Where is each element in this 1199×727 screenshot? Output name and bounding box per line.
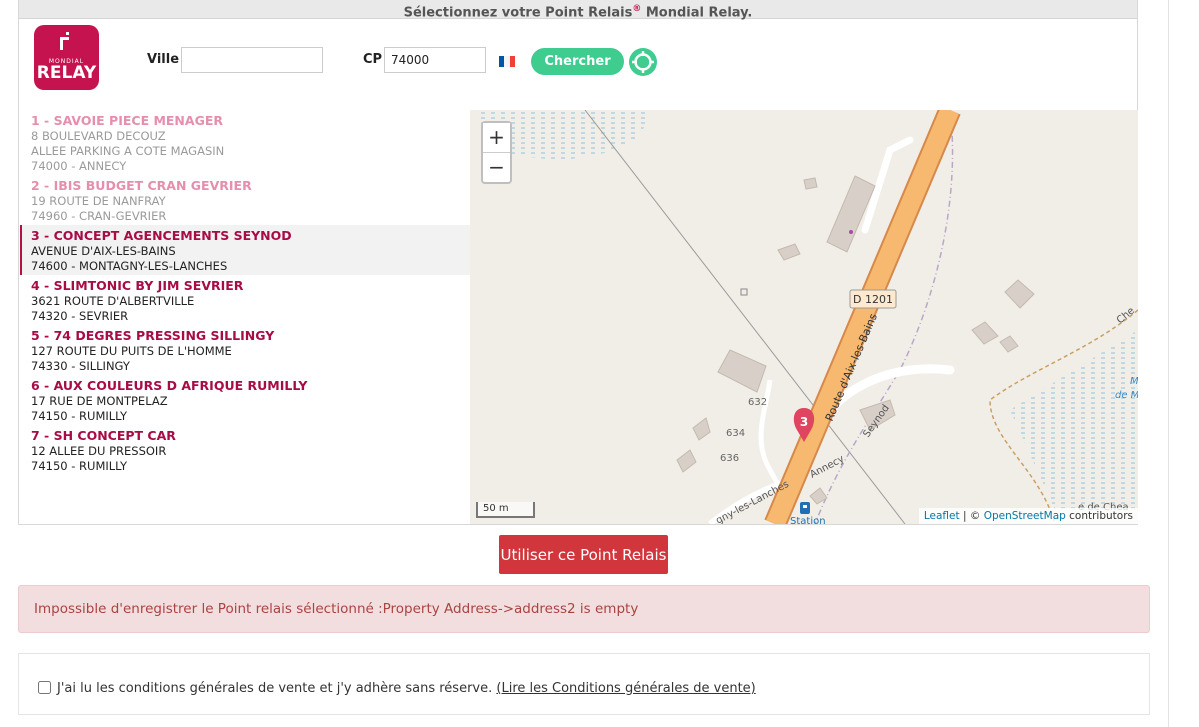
- map-attribution: Leaflet | © OpenStreetMap contributors: [918, 508, 1138, 524]
- elevation-label-636: 636: [720, 453, 739, 464]
- search-button[interactable]: Chercher: [531, 48, 624, 75]
- france-flag-icon[interactable]: [499, 56, 515, 67]
- zoom-in-button[interactable]: +: [483, 123, 510, 152]
- relay-name: 1 - SAVOIE PIECE MENAGER: [31, 113, 223, 128]
- relay-address-line: 3621 ROUTE D'ALBERTVILLE: [31, 294, 195, 308]
- relay-list-item[interactable]: 1 - SAVOIE PIECE MENAGER 8 BOULEVARD DECO…: [20, 110, 470, 175]
- relay-point-list: 1 - SAVOIE PIECE MENAGER 8 BOULEVARD DECO…: [20, 110, 470, 524]
- error-alert: Impossible d'enregistrer le Point relais…: [18, 585, 1150, 633]
- city-label: Ville: [147, 52, 180, 67]
- registered-mark: ®: [632, 4, 642, 14]
- water-label-de-m: de M: [1115, 390, 1138, 401]
- relay-address-line: 19 ROUTE DE NANFRAY: [31, 194, 166, 208]
- relay-list-item[interactable]: 4 - SLIMTONIC BY JIM SEVRIER 3621 ROUTE D…: [20, 275, 470, 325]
- relay-address-line: 74960 - CRAN-GEVRIER: [31, 209, 167, 223]
- search-bar: MONDIAL RELAY Ville CP Chercher: [34, 25, 1114, 95]
- zoom-control: + −: [481, 121, 512, 184]
- mondial-relay-widget: Sélectionnez votre Point Relais® Mondial…: [18, 0, 1138, 525]
- relay-list-item[interactable]: 5 - 74 DEGRES PRESSING SILLINGY 127 ROUTE…: [20, 325, 470, 375]
- relay-address-line: 74320 - SEVRIER: [31, 309, 129, 323]
- postcode-label: CP: [363, 52, 383, 67]
- city-input[interactable]: [181, 47, 323, 73]
- water-label-m: M: [1130, 376, 1138, 387]
- relay-address-line: 127 ROUTE DU PUITS DE L'HOMME: [31, 344, 232, 358]
- relay-name: 7 - SH CONCEPT CAR: [31, 428, 176, 443]
- relay-list-item[interactable]: 2 - IBIS BUDGET CRAN GEVRIER 19 ROUTE DE …: [20, 175, 470, 225]
- fuel-station-icon: [800, 502, 810, 514]
- title-brand: Mondial Relay.: [641, 5, 753, 21]
- relay-address-line: ALLEE PARKING A COTE MAGASIN: [31, 144, 225, 158]
- title-text: Sélectionnez votre Point Relais: [403, 5, 633, 21]
- logo-text-relay: RELAY: [36, 63, 97, 83]
- relay-address-line: AVENUE D'AIX-LES-BAINS: [31, 244, 176, 258]
- relay-address-line: 74600 - MONTAGNY-LES-LANCHES: [31, 259, 228, 273]
- attribution-contributors: contributors: [1065, 510, 1133, 522]
- mondial-relay-logo: MONDIAL RELAY: [34, 25, 99, 90]
- relay-name: 2 - IBIS BUDGET CRAN GEVRIER: [31, 178, 252, 193]
- map-scale: 50 m: [476, 502, 535, 518]
- terms-checkbox[interactable]: [38, 681, 51, 694]
- openstreetmap-link[interactable]: OpenStreetMap: [984, 510, 1066, 522]
- terms-label: J'ai lu les conditions générales de vent…: [57, 681, 497, 696]
- relay-list-item[interactable]: 7 - SH CONCEPT CAR 12 ALLEE DU PRESSOIR 74…: [20, 425, 470, 475]
- relay-name: 3 - CONCEPT AGENCEMENTS SEYNOD: [31, 228, 292, 243]
- relay-address-line: 17 RUE DE MONTPELAZ: [31, 394, 168, 408]
- terms-text: J'ai lu les conditions générales de vent…: [57, 681, 756, 696]
- use-relay-point-button[interactable]: Utiliser ce Point Relais: [499, 535, 668, 574]
- relay-address-line: 74150 - RUMILLY: [31, 409, 128, 423]
- marker-number: 3: [800, 415, 808, 429]
- terms-link[interactable]: (Lire les Conditions générales de vente): [496, 681, 755, 696]
- terms-panel: J'ai lu les conditions générales de vent…: [18, 653, 1150, 715]
- relay-address-line: 74330 - SILLINGY: [31, 359, 130, 373]
- leaflet-link[interactable]: Leaflet: [924, 510, 960, 522]
- map-tiles: D 1201 Route d'Aix-les-Bains Seynod Anne…: [470, 110, 1138, 524]
- relay-name: 4 - SLIMTONIC BY JIM SEVRIER: [31, 278, 244, 293]
- zoom-out-button[interactable]: −: [483, 152, 510, 181]
- logo-mark-icon: [60, 32, 70, 50]
- relay-list-item[interactable]: 3 - CONCEPT AGENCEMENTS SEYNOD AVENUE D'A…: [20, 225, 470, 275]
- road-badge-label: D 1201: [853, 293, 893, 306]
- relay-name: 6 - AUX COULEURS D AFRIQUE RUMILLY: [31, 378, 308, 393]
- relay-name: 5 - 74 DEGRES PRESSING SILLINGY: [31, 328, 275, 343]
- road-badge: D 1201: [849, 289, 897, 309]
- widget-title: Sélectionnez votre Point Relais® Mondial…: [19, 0, 1137, 21]
- postcode-input[interactable]: [384, 47, 486, 73]
- relay-address-line: 12 ALLEE DU PRESSOIR: [31, 444, 167, 458]
- relay-address-line: 8 BOULEVARD DECOUZ: [31, 129, 166, 143]
- relay-address-line: 74150 - RUMILLY: [31, 459, 128, 473]
- relay-address-line: 74000 - ANNECY: [31, 159, 127, 173]
- elevation-label-634: 634: [726, 428, 745, 439]
- crosshair-icon: [632, 51, 654, 73]
- page-right-rule: [1168, 0, 1169, 727]
- relay-map[interactable]: D 1201 Route d'Aix-les-Bains Seynod Anne…: [470, 110, 1138, 524]
- geolocate-button[interactable]: [629, 48, 657, 76]
- elevation-label-632: 632: [748, 397, 767, 408]
- relay-list-item[interactable]: 6 - AUX COULEURS D AFRIQUE RUMILLY 17 RUE…: [20, 375, 470, 425]
- attribution-separator: | ©: [959, 510, 984, 522]
- station-label: Station: [790, 516, 826, 524]
